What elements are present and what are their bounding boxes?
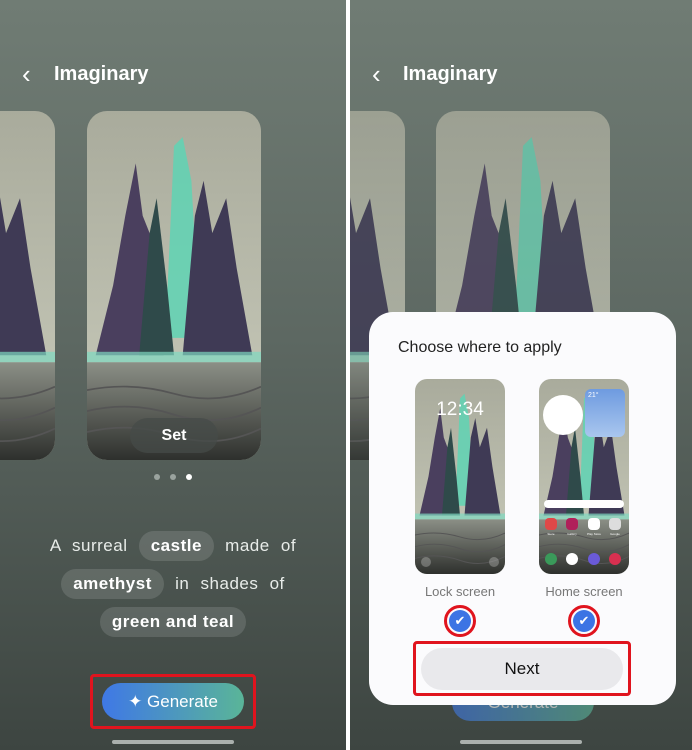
dialog-title: Choose where to apply [398, 339, 562, 356]
prompt-text: made of [225, 536, 297, 555]
home-indicator [112, 740, 234, 744]
prompt-line: green and teal [0, 607, 346, 637]
prompt-text: in shades of [175, 574, 285, 593]
app-icon [609, 518, 621, 530]
temperature: 21° [588, 392, 599, 399]
lock-clock: 12:34 [436, 399, 484, 420]
app-label: Store [547, 532, 555, 536]
prompt-chip[interactable]: castle [138, 531, 214, 561]
camera-icon [489, 557, 499, 567]
clock-widget [543, 395, 583, 435]
left-panel: ‹ Imaginary Set A surreal castle made of… [0, 0, 346, 750]
app-label: Google [610, 532, 620, 536]
internet-app-icon [588, 553, 600, 565]
highlight-circle [444, 605, 476, 637]
chevron-left-icon[interactable]: ‹ [22, 61, 42, 87]
highlight-box [413, 641, 631, 696]
phone-icon [421, 557, 431, 567]
app-label: Play Store [587, 532, 601, 536]
right-panel: ‹ Imaginary Generate Choose where to app… [350, 0, 692, 750]
home-indicator [460, 740, 582, 744]
highlight-circle [568, 605, 600, 637]
page-title: Imaginary [403, 63, 498, 85]
chevron-left-icon[interactable]: ‹ [372, 61, 392, 87]
wallpaper-card-previous[interactable] [0, 111, 55, 460]
phone-app-icon [545, 553, 557, 565]
weather-widget: 21° [585, 389, 625, 437]
page-dot[interactable] [170, 474, 176, 480]
prompt-chip[interactable]: amethyst [61, 569, 164, 599]
highlight-box [90, 674, 256, 729]
camera-app-icon [609, 553, 621, 565]
app-label: Gallery [567, 532, 577, 536]
set-button[interactable]: Set [130, 418, 218, 453]
page-dot[interactable] [154, 474, 160, 480]
lock-screen-label: Lock screen [424, 584, 496, 599]
messages-app-icon [566, 553, 578, 565]
app-icon [588, 518, 600, 530]
prompt-text: A surreal [49, 536, 128, 555]
castle-image [0, 111, 55, 460]
home-screen-preview[interactable]: 21° Store Gallery Play Store Google [539, 379, 629, 574]
prompt-line: A surreal castle made of [0, 531, 346, 561]
app-icon [545, 518, 557, 530]
page-title: Imaginary [54, 63, 149, 85]
prompt-chip[interactable]: green and teal [99, 607, 247, 637]
lock-screen-preview[interactable]: 12:34 [415, 379, 505, 574]
search-bar [544, 500, 624, 508]
page-dot-active[interactable] [186, 474, 192, 480]
castle-image [87, 111, 261, 460]
prompt-line: amethyst in shades of [0, 569, 346, 599]
app-icon [566, 518, 578, 530]
apply-dialog: Choose where to apply 12:34 21° Store Ga… [369, 312, 676, 705]
home-screen-label: Home screen [545, 584, 623, 599]
wallpaper-card-current[interactable]: Set [87, 111, 261, 460]
